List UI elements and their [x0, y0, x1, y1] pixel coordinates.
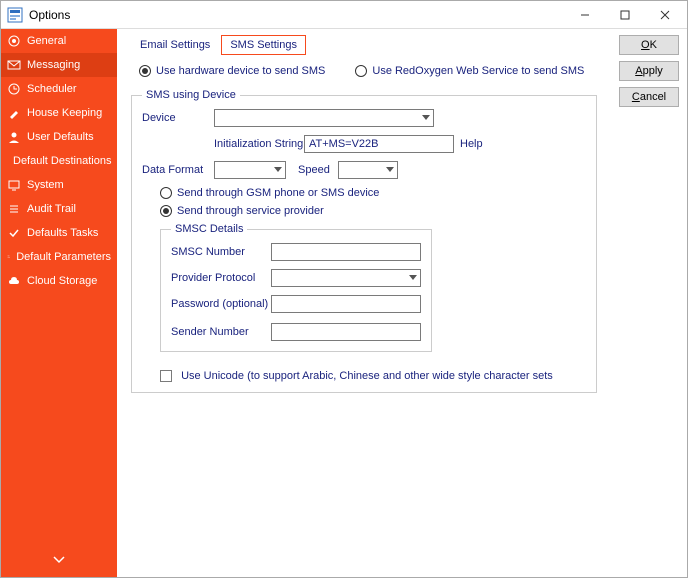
input-value: AT+MS=V22B — [309, 138, 379, 150]
data-format-select[interactable] — [214, 161, 286, 179]
data-format-label: Data Format — [142, 164, 214, 176]
provider-protocol-label: Provider Protocol — [171, 272, 271, 284]
app-icon — [7, 7, 23, 23]
sidebar-item-label: Default Destinations — [13, 155, 111, 167]
sidebar-item-label: Audit Trail — [27, 203, 76, 215]
radio-icon — [160, 205, 172, 217]
cancel-button[interactable]: Cancel — [619, 87, 679, 107]
tab-email-settings[interactable]: Email Settings — [131, 35, 219, 55]
unicode-checkbox[interactable] — [160, 370, 172, 382]
sidebar-item-defaults-tasks[interactable]: Defaults Tasks — [1, 221, 117, 245]
provider-protocol-select[interactable] — [271, 269, 421, 287]
sidebar-item-label: Cloud Storage — [27, 275, 97, 287]
smsc-number-input[interactable] — [271, 243, 421, 261]
radio-icon — [160, 187, 172, 199]
device-select[interactable] — [214, 109, 434, 127]
sidebar-item-general[interactable]: General — [1, 29, 117, 53]
tabs: Email Settings SMS Settings — [131, 35, 603, 55]
password-input[interactable] — [271, 295, 421, 313]
gear-icon — [7, 34, 21, 48]
help-link[interactable]: Help — [460, 138, 483, 150]
radio-label: Send through service provider — [177, 205, 324, 217]
content-area: Email Settings SMS Settings Use hardware… — [117, 29, 611, 577]
sidebar-item-house-keeping[interactable]: House Keeping — [1, 101, 117, 125]
sms-device-group: SMS using Device Device Initialization S… — [131, 89, 597, 393]
sidebar-item-label: System — [27, 179, 64, 191]
radio-send-through-provider[interactable]: Send through service provider — [160, 205, 586, 217]
minimize-button[interactable] — [565, 1, 605, 29]
window-title: Options — [29, 8, 70, 22]
close-button[interactable] — [645, 1, 685, 29]
speed-label: Speed — [298, 164, 338, 176]
init-string-input[interactable]: AT+MS=V22B — [304, 135, 454, 153]
titlebar: Options — [1, 1, 687, 29]
sidebar-item-user-defaults[interactable]: User Defaults — [1, 125, 117, 149]
apply-button[interactable]: Apply — [619, 61, 679, 81]
sidebar-item-label: Default Parameters — [16, 251, 111, 263]
envelope-icon — [7, 58, 21, 72]
radio-icon — [139, 65, 151, 77]
sidebar-item-label: House Keeping — [27, 107, 102, 119]
maximize-button[interactable] — [605, 1, 645, 29]
clock-icon — [7, 82, 21, 96]
tab-sms-settings[interactable]: SMS Settings — [221, 35, 306, 55]
radio-label: Use hardware device to send SMS — [156, 65, 325, 77]
broom-icon — [7, 106, 21, 120]
radio-label: Send through GSM phone or SMS device — [177, 187, 379, 199]
cloud-icon — [7, 274, 21, 288]
sidebar-item-messaging[interactable]: Messaging — [1, 53, 117, 77]
radio-use-hardware[interactable]: Use hardware device to send SMS — [139, 65, 325, 77]
chevron-down-icon — [422, 112, 430, 124]
ok-button[interactable]: OK — [619, 35, 679, 55]
check-icon — [7, 226, 21, 240]
chevron-down-icon[interactable] — [53, 555, 65, 567]
sidebar-item-default-parameters[interactable]: Default Parameters — [1, 245, 117, 269]
radio-icon — [355, 65, 367, 77]
sender-number-label: Sender Number — [171, 326, 271, 338]
smsc-number-label: SMSC Number — [171, 246, 271, 258]
chevron-down-icon — [274, 164, 282, 176]
sender-number-input[interactable] — [271, 323, 421, 341]
sidebar-item-label: Defaults Tasks — [27, 227, 98, 239]
sidebar-item-label: Messaging — [27, 59, 80, 71]
options-window: Options General Messaging Scheduler — [0, 0, 688, 578]
sidebar-item-label: Scheduler — [27, 83, 77, 95]
list-icon — [7, 202, 21, 216]
radio-use-redoxygen[interactable]: Use RedOxygen Web Service to send SMS — [355, 65, 584, 77]
sidebar-item-label: General — [27, 35, 66, 47]
chevron-down-icon — [409, 272, 417, 284]
sidebar-item-default-destinations[interactable]: Default Destinations — [1, 149, 117, 173]
device-label: Device — [142, 112, 214, 124]
sidebar-item-system[interactable]: System — [1, 173, 117, 197]
chevron-down-icon — [386, 164, 394, 176]
user-icon — [7, 130, 21, 144]
right-button-bar: OK Apply Cancel — [611, 29, 687, 577]
group-title: SMS using Device — [142, 89, 240, 101]
sidebar-item-scheduler[interactable]: Scheduler — [1, 77, 117, 101]
sidebar: General Messaging Scheduler House Keepin… — [1, 29, 117, 577]
monitor-icon — [7, 178, 21, 192]
unicode-label: Use Unicode (to support Arabic, Chinese … — [181, 370, 553, 382]
smsc-details-group: SMSC Details SMSC Number Provider Protoc… — [160, 223, 432, 352]
radio-send-through-gsm[interactable]: Send through GSM phone or SMS device — [160, 187, 586, 199]
sidebar-item-cloud-storage[interactable]: Cloud Storage — [1, 269, 117, 293]
radio-label: Use RedOxygen Web Service to send SMS — [372, 65, 584, 77]
init-string-label: Initialization String — [214, 138, 304, 150]
sidebar-item-label: User Defaults — [27, 131, 94, 143]
speed-select[interactable] — [338, 161, 398, 179]
password-label: Password (optional) — [171, 298, 271, 310]
sliders-icon — [7, 250, 10, 264]
sidebar-item-audit-trail[interactable]: Audit Trail — [1, 197, 117, 221]
group-title: SMSC Details — [171, 223, 247, 235]
